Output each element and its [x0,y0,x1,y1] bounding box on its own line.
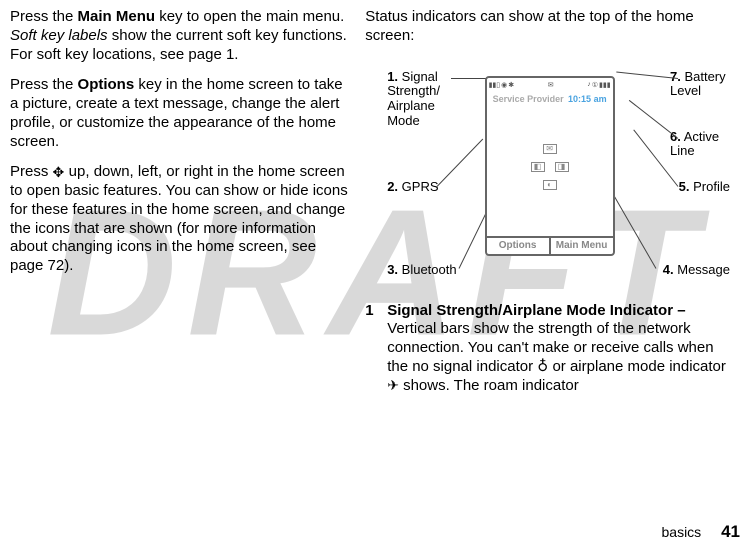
phone-status-bar: ▮▮▯ ◉ ✱ ✉ ♪ ① ▮▮▮ [487,78,613,92]
callout-profile: 5. Profile [679,180,730,195]
browser-icon: ◐ [543,180,557,190]
callout-gprs: 2. GPRS [387,180,438,195]
text: Press the [10,8,78,25]
callout-label: Message [677,262,730,277]
callout-label: GPRS [402,179,439,194]
def-title: Signal Strength/Airplane Mode Indicator … [387,302,685,319]
status-intro: Status indicators can show at the top of… [365,8,734,46]
softkey-bar: Options Main Menu [487,236,613,254]
para-options-key: Press the Options key in the home screen… [10,76,349,151]
callout-num: 7. [670,69,681,84]
phone-diagram: 1. Signal Strength/ Airplane Mode 2. GPR… [365,58,734,288]
feature-icon: ◧ [531,162,545,172]
battery-icon: ▮▮▮ [599,81,611,89]
soft-key-labels-term: Soft key labels [10,27,108,44]
right-column: Status indicators can show at the top of… [357,8,742,546]
status-right-icons: ♪ ① ▮▮▮ [587,81,610,89]
callout-num: 1. [387,69,398,84]
definition-1: 1 Signal Strength/Airplane Mode Indicato… [365,302,734,396]
para-main-menu: Press the Main Menu key to open the main… [10,8,349,64]
callout-num: 2. [387,179,398,194]
no-signal-icon: ♁ [537,359,548,375]
phone-screen: ▮▮▯ ◉ ✱ ✉ ♪ ① ▮▮▮ Service Provider [485,76,615,256]
callout-bluetooth: 3. Bluetooth [387,263,456,278]
clock-label: 10:15 am [568,94,607,104]
phone-body: Service Provider 10:15 am ✉ ◧ ◨ ◐ [487,92,613,236]
profile-icon: ♪ [587,81,591,89]
gprs-icon: ◉ [501,81,507,89]
callout-label: Bluetooth [402,262,457,277]
text: Press [10,163,53,180]
callout-active-line: 6. Active Line [670,130,730,160]
line-icon: ① [592,81,598,89]
bluetooth-icon: ✱ [508,81,514,89]
def-body: Signal Strength/Airplane Mode Indicator … [387,302,734,396]
signal-icon: ▮▮▯ [489,81,501,89]
options-key-label: Options [78,76,135,93]
left-column: Press the Main Menu key to open the main… [2,8,357,546]
text: shows. The roam indicator [399,377,579,394]
text: or airplane mode indicator [548,358,726,375]
leader-line [437,138,484,186]
feature-icon: ◨ [555,162,569,172]
text: key to open the main menu. [155,8,344,25]
airplane-icon [387,377,399,394]
para-nav-key: Press up, down, left, or right in the ho… [10,163,349,276]
callout-num: 3. [387,262,398,277]
page-content: Press the Main Menu key to open the main… [0,0,754,546]
nav-key-icon [53,164,65,176]
main-menu-key-label: Main Menu [78,8,156,25]
callout-battery: 7. Battery Level [670,70,730,100]
status-left-icons: ▮▮▯ ◉ ✱ [489,81,515,89]
text: Press the [10,76,78,93]
leader-line [616,71,678,78]
softkey-left: Options [487,238,551,254]
service-provider-label: Service Provider [493,94,564,104]
status-mid-icons: ✉ [548,81,554,89]
softkey-right: Main Menu [551,238,613,254]
callout-num: 4. [663,262,674,277]
callout-num: 5. [679,179,690,194]
envelope-icon: ✉ [543,144,557,154]
def-number: 1 [365,302,387,396]
callout-label: Profile [693,179,730,194]
callout-message: 4. Message [663,263,730,278]
message-status-icon: ✉ [548,81,554,89]
